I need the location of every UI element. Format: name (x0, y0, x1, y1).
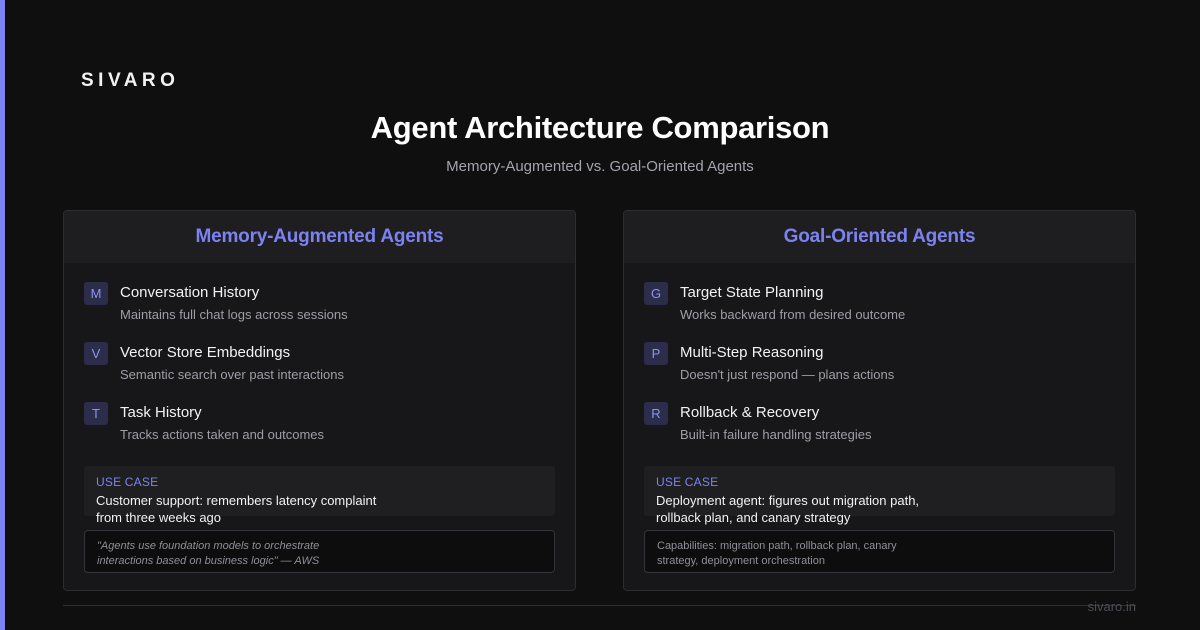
feature-description: Semantic search over past interactions (120, 367, 344, 382)
quote-box: "Agents use foundation models to orchest… (84, 530, 555, 573)
feature-badge: G (644, 282, 668, 305)
feature-badge: V (84, 342, 108, 365)
feature-item: V Vector Store Embeddings Semantic searc… (84, 341, 555, 401)
feature-item: G Target State Planning Works backward f… (644, 281, 1115, 341)
feature-description: Works backward from desired outcome (680, 307, 906, 322)
feature-item: R Rollback & Recovery Built-in failure h… (644, 401, 1115, 461)
card-heading: Memory-Augmented Agents (64, 211, 575, 263)
footer-divider (63, 605, 1136, 606)
feature-title: Vector Store Embeddings (120, 344, 291, 361)
use-case-box: USE CASE Customer support: remembers lat… (84, 466, 555, 525)
card-heading: Goal-Oriented Agents (624, 211, 1135, 263)
footer-url: sivaro.in (1087, 599, 1136, 614)
feature-badge: P (644, 342, 668, 365)
feature-item: P Multi-Step Reasoning Doesn't just resp… (644, 341, 1115, 401)
feature-list: M Conversation History Maintains full ch… (84, 281, 555, 461)
accent-bar (0, 0, 5, 630)
page-title: Agent Architecture Comparison (370, 110, 830, 145)
feature-title: Target State Planning (680, 284, 824, 301)
use-case-text: Customer support: remembers latency comp… (96, 493, 377, 525)
goal-oriented-card: Goal-Oriented Agents G Target State Plan… (623, 210, 1136, 591)
use-case-label: USE CASE (656, 475, 719, 489)
feature-list: G Target State Planning Works backward f… (644, 281, 1115, 461)
quote-text: "Agents use foundation models to orchest… (97, 540, 320, 567)
brand-logo: SIVARO (81, 70, 180, 91)
memory-augmented-card: Memory-Augmented Agents M Conversation H… (63, 210, 576, 591)
feature-badge: M (84, 282, 108, 305)
use-case-box: USE CASE Deployment agent: figures out m… (644, 466, 1115, 525)
page-subtitle: Memory-Augmented vs. Goal-Oriented Agent… (446, 158, 754, 175)
feature-item: T Task History Tracks actions taken and … (84, 401, 555, 461)
use-case-label: USE CASE (96, 475, 159, 489)
use-case-text: Deployment agent: figures out migration … (656, 493, 920, 525)
feature-badge: T (84, 402, 108, 425)
feature-description: Built-in failure handling strategies (680, 427, 872, 442)
capabilities-box: Capabilities: migration path, rollback p… (644, 530, 1115, 573)
feature-title: Multi-Step Reasoning (680, 344, 824, 361)
feature-description: Maintains full chat logs across sessions (120, 307, 348, 322)
feature-title: Rollback & Recovery (680, 404, 820, 421)
feature-title: Task History (120, 404, 202, 421)
feature-item: M Conversation History Maintains full ch… (84, 281, 555, 341)
feature-description: Tracks actions taken and outcomes (120, 427, 325, 442)
feature-description: Doesn't just respond — plans actions (680, 367, 895, 382)
capabilities-text: Capabilities: migration path, rollback p… (657, 540, 897, 567)
feature-title: Conversation History (120, 284, 260, 301)
feature-badge: R (644, 402, 668, 425)
